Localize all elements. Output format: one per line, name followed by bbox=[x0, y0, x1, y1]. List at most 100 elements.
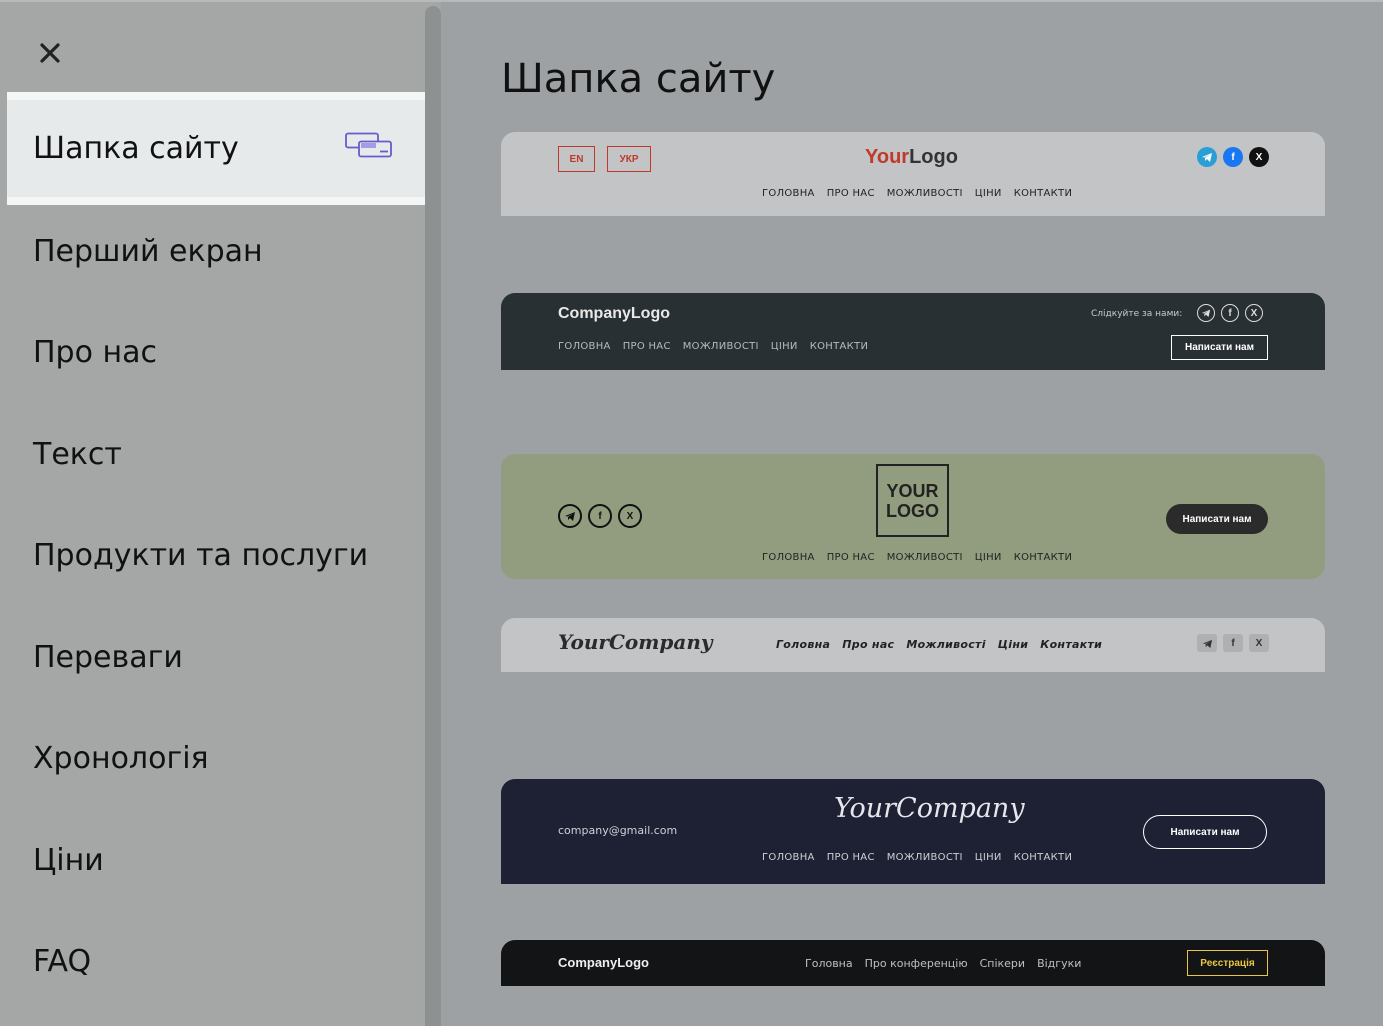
nav-item-contacts[interactable]: Контакти bbox=[1040, 638, 1102, 651]
logo-part-1: Your bbox=[865, 146, 910, 168]
telegram-icon[interactable] bbox=[1197, 634, 1217, 652]
sidebar-item-label: Перший екран bbox=[33, 233, 263, 269]
register-button[interactable]: Реєстрація bbox=[1187, 950, 1268, 976]
sidebar-item-advantages[interactable]: Переваги bbox=[7, 606, 425, 708]
nav-item-prices[interactable]: ЦІНИ bbox=[975, 188, 1002, 199]
x-icon[interactable]: X bbox=[1249, 634, 1269, 652]
sidebar-item-faq[interactable]: FAQ bbox=[7, 910, 425, 1012]
contact-button[interactable]: Написати нам bbox=[1171, 335, 1268, 360]
nav-item-home[interactable]: ГОЛОВНА bbox=[762, 852, 815, 863]
nav-item-prices[interactable]: ЦІНИ bbox=[975, 552, 1002, 563]
nav-item-features[interactable]: МОЖЛИВОСТІ bbox=[887, 188, 963, 199]
nav-item-contacts[interactable]: КОНТАКТИ bbox=[1014, 552, 1073, 563]
nav-menu: ГОЛОВНА ПРО НАС МОЖЛИВОСТІ ЦІНИ КОНТАКТИ bbox=[762, 552, 1072, 563]
sidebar-item-label: Текст bbox=[33, 436, 122, 472]
nav-item-features[interactable]: Можливості bbox=[906, 638, 985, 651]
nav-item-home[interactable]: Головна bbox=[805, 957, 853, 970]
header-template-2[interactable]: CompanyLogo Слідкуйте за нами: f X ГОЛОВ… bbox=[501, 293, 1325, 370]
facebook-icon[interactable]: f bbox=[1223, 634, 1243, 652]
contact-button[interactable]: Написати нам bbox=[1143, 815, 1267, 849]
sidebar-item-label: Шапка сайту bbox=[33, 131, 239, 166]
logo: CompanyLogo bbox=[558, 305, 670, 322]
nav-item-speakers[interactable]: Спікери bbox=[980, 957, 1025, 970]
sidebar-item-products[interactable]: Продукти та послуги bbox=[7, 504, 425, 606]
sidebar-item-label: FAQ bbox=[33, 943, 92, 979]
header-template-5[interactable]: company@gmail.com YourCompany ГОЛОВНА ПР… bbox=[501, 779, 1325, 884]
nav-item-home[interactable]: ГОЛОВНА bbox=[762, 188, 815, 199]
x-icon[interactable]: X bbox=[1249, 147, 1269, 167]
header-template-6[interactable]: CompanyLogo Головна Про конференцію Спік… bbox=[501, 940, 1325, 986]
logo-line-2: LOGO bbox=[886, 500, 939, 521]
nav-item-contacts[interactable]: КОНТАКТИ bbox=[810, 341, 869, 352]
nav-item-prices[interactable]: ЦІНИ bbox=[975, 852, 1002, 863]
contact-button[interactable]: Написати нам bbox=[1166, 504, 1268, 534]
nav-item-features[interactable]: МОЖЛИВОСТІ bbox=[887, 852, 963, 863]
sidebar-item-about[interactable]: Про нас bbox=[7, 301, 425, 403]
telegram-icon[interactable] bbox=[1197, 304, 1215, 322]
nav-item-about[interactable]: ПРО НАС bbox=[827, 852, 875, 863]
sidebar-item-label: Хронологія bbox=[33, 740, 209, 776]
email-text: company@gmail.com bbox=[558, 824, 678, 837]
facebook-icon[interactable]: f bbox=[1221, 304, 1239, 322]
sidebar-item-text[interactable]: Текст bbox=[7, 403, 425, 505]
logo-part-2: Logo bbox=[909, 146, 958, 168]
facebook-icon[interactable]: f bbox=[1223, 147, 1243, 167]
x-icon[interactable]: X bbox=[618, 504, 642, 528]
sidebar-item-label: Ціни bbox=[33, 842, 104, 878]
header-template-1[interactable]: EN УКР YourLogo ГОЛОВНА ПРО НАС МОЖЛИВОС… bbox=[501, 132, 1325, 216]
lang-ukr-button[interactable]: УКР bbox=[607, 146, 651, 172]
x-icon[interactable]: X bbox=[1245, 304, 1263, 322]
sidebar-menu: Шапка сайту Перший екран Про нас Текст П… bbox=[5, 4, 425, 1026]
follow-label: Слідкуйте за нами: bbox=[1091, 309, 1183, 319]
nav-menu: ГОЛОВНА ПРО НАС МОЖЛИВОСТІ ЦІНИ КОНТАКТИ bbox=[558, 341, 868, 352]
page-title: Шапка сайту bbox=[501, 56, 776, 102]
sidebar-item-prices[interactable]: Ціни bbox=[7, 809, 425, 911]
nav-item-home[interactable]: ГОЛОВНА bbox=[762, 552, 815, 563]
nav-item-contacts[interactable]: КОНТАКТИ bbox=[1014, 188, 1073, 199]
nav-item-about[interactable]: Про нас bbox=[842, 638, 894, 651]
header-template-4[interactable]: YourCompany Головна Про нас Можливості Ц… bbox=[501, 618, 1325, 672]
nav-menu: Головна Про нас Можливості Ціни Контакти bbox=[776, 638, 1102, 651]
sidebar-item-label: Переваги bbox=[33, 639, 183, 675]
close-button[interactable] bbox=[35, 38, 65, 68]
social-links: f X bbox=[1197, 634, 1269, 652]
social-links: f X bbox=[1197, 147, 1269, 167]
logo: YourCompany bbox=[834, 793, 1025, 824]
telegram-icon[interactable] bbox=[558, 504, 582, 528]
nav-item-about[interactable]: ПРО НАС bbox=[827, 552, 875, 563]
logo: YourLogo bbox=[865, 146, 958, 169]
sidebar-item-timeline[interactable]: Хронологія bbox=[7, 707, 425, 809]
telegram-icon[interactable] bbox=[1197, 147, 1217, 167]
sidebar-item-first-screen[interactable]: Перший екран bbox=[7, 200, 425, 302]
close-icon bbox=[40, 43, 60, 63]
nav-item-about-conference[interactable]: Про конференцію bbox=[865, 957, 968, 970]
nav-menu: ГОЛОВНА ПРО НАС МОЖЛИВОСТІ ЦІНИ КОНТАКТИ bbox=[762, 852, 1072, 863]
nav-item-contacts[interactable]: КОНТАКТИ bbox=[1014, 852, 1073, 863]
sidebar: Шапка сайту Перший екран Про нас Текст П… bbox=[0, 0, 441, 1026]
main-panel: Шапка сайту EN УКР YourLogo ГОЛОВНА ПРО … bbox=[441, 0, 1383, 1026]
social-links: f X bbox=[1197, 304, 1263, 322]
logo: CompanyLogo bbox=[558, 955, 649, 970]
layout-icon bbox=[345, 131, 393, 166]
sidebar-item-header[interactable]: Шапка сайту bbox=[7, 92, 425, 205]
social-links: f X bbox=[558, 504, 642, 528]
sidebar-item-label: Про нас bbox=[33, 334, 157, 370]
lang-en-button[interactable]: EN bbox=[558, 146, 595, 172]
nav-menu: Головна Про конференцію Спікери Відгуки bbox=[805, 957, 1081, 970]
nav-item-prices[interactable]: Ціни bbox=[998, 638, 1028, 651]
nav-menu: ГОЛОВНА ПРО НАС МОЖЛИВОСТІ ЦІНИ КОНТАКТИ bbox=[762, 188, 1072, 199]
nav-item-features[interactable]: МОЖЛИВОСТІ bbox=[683, 341, 759, 352]
nav-item-prices[interactable]: ЦІНИ bbox=[771, 341, 798, 352]
sidebar-scrollbar[interactable] bbox=[425, 6, 441, 1026]
logo-line-1: YOUR bbox=[886, 480, 939, 501]
nav-item-home[interactable]: Головна bbox=[776, 638, 830, 651]
nav-item-about[interactable]: ПРО НАС bbox=[827, 188, 875, 199]
nav-item-reviews[interactable]: Відгуки bbox=[1037, 957, 1081, 970]
header-template-3[interactable]: f X YOUR LOGO ГОЛОВНА ПРО НАС МОЖЛИВОСТІ… bbox=[501, 454, 1325, 579]
nav-item-about[interactable]: ПРО НАС bbox=[623, 341, 671, 352]
facebook-icon[interactable]: f bbox=[588, 504, 612, 528]
nav-item-home[interactable]: ГОЛОВНА bbox=[558, 341, 611, 352]
logo: YourCompany bbox=[558, 630, 713, 654]
logo-box: YOUR LOGO bbox=[876, 464, 949, 537]
nav-item-features[interactable]: МОЖЛИВОСТІ bbox=[887, 552, 963, 563]
